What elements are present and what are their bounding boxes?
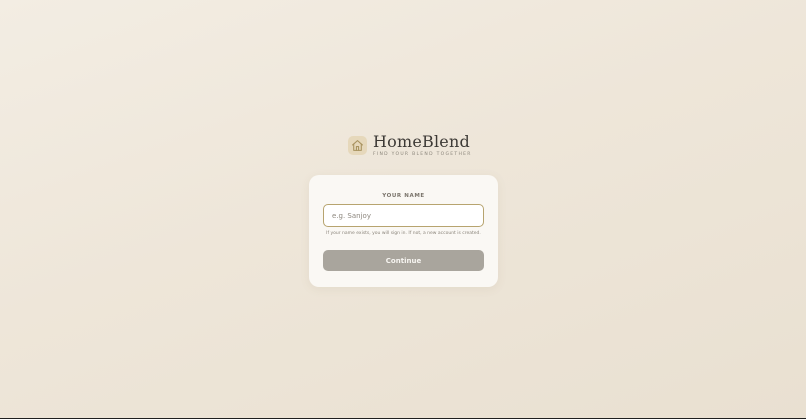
name-field-label: YOUR NAME [382, 193, 425, 199]
login-card: YOUR NAME If your name exists, you will … [309, 175, 498, 287]
brand-text: HomeBlend FIND YOUR BLEND TOGETHER [373, 132, 472, 158]
name-input[interactable] [323, 204, 484, 227]
continue-button[interactable]: Continue [323, 250, 484, 271]
sign-in-hint: If your name exists, you will sign in. I… [326, 231, 481, 236]
brand-header: HomeBlend FIND YOUR BLEND TOGETHER [348, 133, 472, 157]
brand-name: HomeBlend [373, 132, 470, 151]
house-icon [348, 135, 367, 155]
brand-tagline: FIND YOUR BLEND TOGETHER [373, 152, 472, 157]
